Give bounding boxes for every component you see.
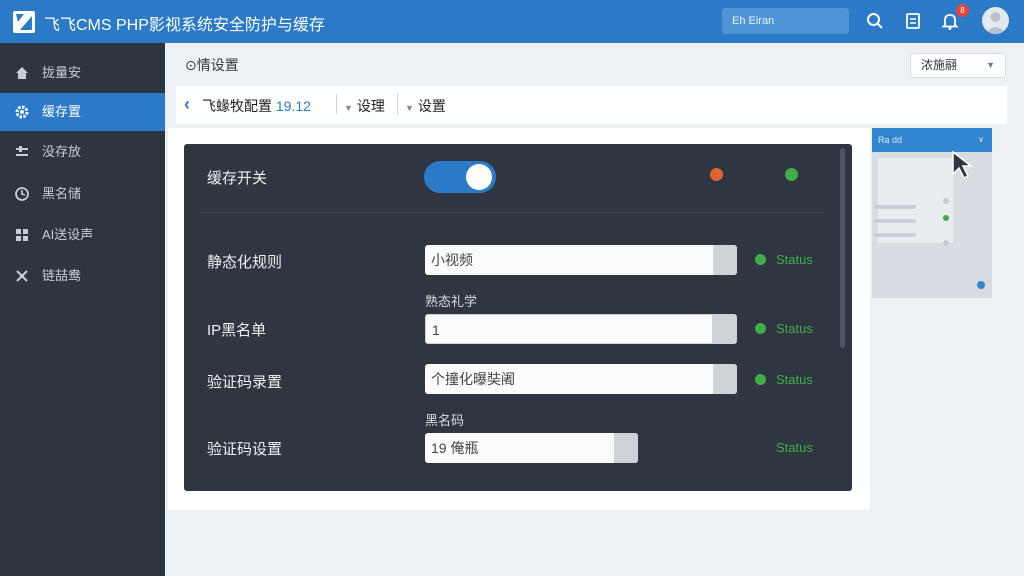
input-addon[interactable] bbox=[713, 364, 737, 394]
sub-label: 熟态礼学 bbox=[425, 294, 478, 309]
sidebar-item-blacklist[interactable]: 黑名储 bbox=[0, 175, 165, 213]
cache-toggle-knob bbox=[466, 164, 492, 190]
setting-input[interactable]: 小视频 bbox=[425, 245, 737, 275]
search-icon[interactable] bbox=[865, 11, 885, 31]
cursor-icon bbox=[952, 150, 974, 180]
view-select[interactable]: 浓施翮 ▼ bbox=[910, 53, 1006, 78]
notification-badge: 8 bbox=[956, 4, 969, 17]
sidebar-item-cache[interactable]: 缓存置 bbox=[0, 93, 165, 131]
sidebar-item-label: 没存放 bbox=[42, 144, 82, 159]
preview-line bbox=[874, 233, 916, 237]
logo-icon bbox=[13, 11, 35, 33]
setting-input[interactable]: 19 俺瓶 bbox=[425, 433, 638, 463]
input-addon[interactable] bbox=[712, 315, 736, 343]
sidebar-item-label: 拢量安 bbox=[42, 65, 82, 80]
input-addon[interactable] bbox=[713, 245, 737, 275]
page-title: ⊙情设置 bbox=[185, 57, 239, 73]
status-dot-orange bbox=[710, 168, 723, 181]
status-dot bbox=[755, 254, 766, 265]
panel-scrollbar[interactable] bbox=[840, 148, 845, 348]
status-dot-green bbox=[785, 168, 798, 181]
preview-body bbox=[878, 158, 953, 243]
document-icon[interactable] bbox=[903, 11, 923, 31]
search-box[interactable]: Eh Eiran bbox=[722, 8, 849, 34]
row-label: 静态化规则 bbox=[207, 254, 283, 271]
grid-icon bbox=[16, 229, 28, 241]
status-label: Status bbox=[776, 440, 813, 455]
setting-input-value: 19 俺瓶 bbox=[431, 440, 479, 456]
row-label: 验证码录置 bbox=[207, 374, 283, 391]
clock-icon bbox=[15, 187, 29, 201]
setting-input-value: 个撞化曝奘阇 bbox=[431, 371, 515, 387]
breadcrumb-divider bbox=[336, 94, 337, 114]
preview-dot bbox=[977, 281, 985, 289]
app-title: 飞飞CMS PHP影视系统安全防护与缓存 bbox=[44, 17, 325, 34]
setting-input-value: 1 bbox=[432, 322, 440, 338]
sidebar-item-home[interactable]: 拢量安 bbox=[0, 54, 165, 92]
chevron-down-icon: ∨ bbox=[978, 135, 984, 144]
setting-input-value: 小视频 bbox=[431, 252, 473, 268]
status-label: Status bbox=[776, 321, 813, 336]
status-label: Status bbox=[776, 252, 813, 267]
search-box-text: Eh Eiran bbox=[732, 15, 775, 27]
breadcrumb-item-2[interactable]: ▼ 设置 bbox=[405, 96, 446, 116]
chevron-down-icon: ▼ bbox=[405, 103, 414, 113]
panel-divider bbox=[200, 212, 824, 213]
preview-line bbox=[874, 205, 916, 209]
home-icon bbox=[16, 67, 28, 79]
sidebar-item-storage[interactable]: 没存放 bbox=[0, 133, 165, 171]
row-label: IP黑名单 bbox=[207, 322, 267, 339]
breadcrumb-item-1[interactable]: ▼ 设理 bbox=[344, 96, 385, 116]
breadcrumb-version: 19.12 bbox=[275, 98, 311, 114]
setting-input[interactable]: 个撞化曝奘阇 bbox=[425, 364, 737, 394]
preview-header: Ra dd ∨ bbox=[872, 128, 992, 152]
gear-icon bbox=[15, 105, 29, 119]
preview-header-text: Ra dd bbox=[878, 135, 903, 145]
sidebar-item-label: AI送设声 bbox=[42, 227, 94, 242]
sidebar-item-label: 链喆鸯 bbox=[42, 268, 82, 283]
preview-dot bbox=[943, 198, 949, 204]
row-label: 验证码设置 bbox=[207, 441, 283, 458]
preview-line bbox=[874, 219, 916, 223]
preview-dot bbox=[943, 215, 949, 221]
chevron-left-icon[interactable]: ‹ bbox=[184, 94, 190, 115]
avatar[interactable] bbox=[982, 7, 1009, 34]
tools-icon bbox=[16, 270, 28, 282]
setting-input[interactable]: 1 bbox=[425, 314, 737, 344]
user-icon bbox=[985, 12, 1006, 34]
preview-dot bbox=[943, 240, 949, 246]
chevron-down-icon: ▼ bbox=[344, 103, 353, 113]
breadcrumb-main-label: 飞蝝牧配置 bbox=[202, 98, 272, 114]
chevron-down-icon: ▼ bbox=[986, 60, 995, 70]
breadcrumb-divider bbox=[397, 94, 398, 114]
sidebar-item-ai[interactable]: AI送设声 bbox=[0, 216, 165, 254]
cache-switch-label: 缓存开关 bbox=[207, 170, 268, 187]
breadcrumb-main[interactable]: 飞蝝牧配置 19.12 bbox=[202, 96, 311, 116]
status-dot bbox=[755, 323, 766, 334]
breadcrumb-item-label: 设置 bbox=[417, 98, 446, 114]
input-addon[interactable] bbox=[614, 433, 638, 463]
view-select-value: 浓施翮 bbox=[921, 58, 958, 72]
sub-label: 黑名码 bbox=[425, 413, 465, 428]
sidebar-item-label: 缓存置 bbox=[42, 104, 82, 119]
sidebar-item-tools[interactable]: 链喆鸯 bbox=[0, 257, 165, 295]
status-label: Status bbox=[776, 372, 813, 387]
sidebar-item-label: 黑名储 bbox=[42, 186, 82, 201]
sliders-icon bbox=[16, 146, 28, 156]
status-dot bbox=[755, 374, 766, 385]
breadcrumb-item-label: 设理 bbox=[356, 98, 385, 114]
